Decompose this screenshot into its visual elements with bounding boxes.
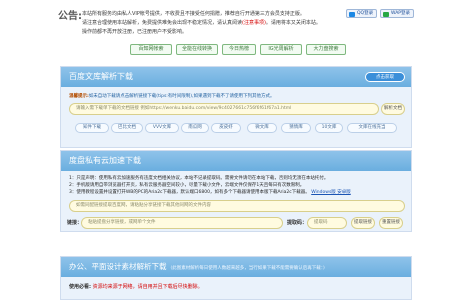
get-parse-label: 点击获取 bbox=[376, 75, 394, 80]
notice-line-3: 操作前都不再开放注册，已注册用户不受影响。 bbox=[82, 29, 188, 35]
notice-text: 本站所有服务均由私人VIP帐号提供，不收费且不接受任何捐赠，推荐自行开通第三方会… bbox=[82, 10, 322, 37]
pan-note-1: 1：只是声明：使用私有云加速服务有违度文档相关协议，本站不记录提取码。需要文件请… bbox=[69, 176, 329, 181]
office-panel-subtitle: (此图素材解析每日使用人数越来越多，当行如果下载不能需要确认后再下载：) bbox=[170, 266, 325, 271]
reset-link-button[interactable]: 重置链接 bbox=[379, 217, 403, 229]
wenku-tip-text: 如未自动下载请点击解析链接下载(tips:有时间限制),如果遇到下载不了请使用下… bbox=[88, 94, 275, 99]
office-usage-label: 使用必看: bbox=[69, 284, 91, 290]
pan-note-3-text: 3：使用教程设置并设置打开WB的PC的Aria2c下载器，默认端口6800，如有… bbox=[69, 190, 310, 195]
pan-note-3: 3：使用教程设置并设置打开WB的PC的Aria2c下载器，默认端口6800，如有… bbox=[69, 189, 405, 196]
login-buttons: QQ登录 WAP登录 bbox=[346, 9, 416, 19]
office-usage-note: 使用必看: 资源均来源于网络，请自用并且下载后尽快删除。 bbox=[69, 283, 203, 290]
download-tools-link[interactable]: Windows版 安卓版 bbox=[311, 190, 351, 195]
wenku-panel-title: 百度文库解析下载 bbox=[61, 67, 411, 87]
library-button[interactable]: 文库在线充当 bbox=[347, 123, 397, 133]
office-panel-header: 办公、平面设计素材解析下载 (此图素材解析每日使用人数越来越多，当行如果下载不能需… bbox=[61, 257, 411, 277]
wenku-url-input[interactable]: 请输入需下载单下载的文档链接 例如https://wenku.baidu.com… bbox=[69, 103, 379, 115]
extract-code-input[interactable]: 提取码 bbox=[307, 217, 347, 229]
wap-login-button[interactable]: WAP登录 bbox=[380, 9, 414, 18]
office-panel: 办公、平面设计素材解析下载 (此图素材解析每日使用人数越来越多，当行如果下载不能需… bbox=[60, 256, 412, 300]
notice-line-2-text: 请注意合理使用本站解析，免费提供难免会出现不稳定情况，请认真阅读 bbox=[82, 20, 243, 26]
parse-document-button[interactable]: 解析文档 bbox=[381, 103, 405, 115]
qq-login-button[interactable]: QQ登录 bbox=[346, 9, 378, 18]
office-panel-title: 办公、平面设计素材解析下载 bbox=[69, 262, 167, 271]
wenku-tip: 温馨提示:如未自动下载请点击解析链接下载(tips:有时间限制),如果遇到下载不… bbox=[69, 93, 274, 99]
library-button[interactable]: 知件下载 bbox=[75, 123, 109, 133]
wenku-panel: 百度文库解析下载 点击获取 温馨提示:如未自动下载请点击解析链接下载(tips:… bbox=[60, 66, 412, 148]
quick-link-5[interactable]: 大力盘搜索 bbox=[306, 44, 346, 55]
pan-share-input[interactable]: 如需同配链接提取百度网，请粘贴分享链接下载其他同网的文件内容 bbox=[69, 200, 405, 212]
quick-link-3[interactable]: 今日热榜 bbox=[222, 44, 256, 55]
quick-link-2[interactable]: 全能在线转换 bbox=[176, 44, 218, 55]
library-button[interactable]: 微文库 bbox=[247, 123, 277, 133]
library-button[interactable]: 猜情库 bbox=[281, 123, 311, 133]
library-button[interactable]: VVV文库 bbox=[145, 123, 179, 133]
wap-icon bbox=[383, 11, 389, 17]
notice-line-2-end: 。请用将本又关闭本站。 bbox=[265, 20, 321, 26]
library-button[interactable]: 皮皮虾 bbox=[211, 123, 241, 133]
extract-link-button[interactable]: 提取链接 bbox=[351, 217, 375, 229]
qq-icon bbox=[349, 11, 355, 17]
library-button[interactable]: 巴比文档 bbox=[111, 123, 143, 133]
quick-link-4[interactable]: IG光周解析 bbox=[260, 44, 302, 55]
quick-link-1[interactable]: 百知网帐索 bbox=[130, 44, 172, 55]
wenku-tip-label: 温馨提示: bbox=[69, 94, 89, 99]
notice-line-2: 请注意合理使用本站解析，免费提供难免会出现不稳定情况，请认真阅读(注意事项)。请… bbox=[82, 19, 322, 28]
wap-login-label: WAP登录 bbox=[391, 11, 410, 16]
notice-title: 公告: bbox=[58, 11, 82, 22]
notice-block: 公告: 本站所有服务均由私人VIP帐号提供，不收费且不接受任何捐赠，推荐自行开通… bbox=[58, 2, 388, 36]
link-label: 链接： bbox=[67, 220, 83, 226]
library-button[interactable]: 南瓜网 bbox=[181, 123, 209, 133]
pan-note-2: 2：手机版请用自带浏览器打开页，私有云服务器空间较小，尽量下载小文件，云端文件仅… bbox=[69, 183, 305, 188]
notice-line-1: 本站所有服务均由私人VIP帐号提供，不收费且不接受任何捐赠，推荐自行开通第三方会… bbox=[82, 11, 305, 17]
pan-link-input[interactable]: 粘贴提盘分享链接，或网单个文件 bbox=[81, 217, 283, 229]
code-label: 提取码： bbox=[287, 220, 308, 226]
pan-panel-title: 度盘私有云加速下载 bbox=[61, 151, 411, 171]
qq-login-label: QQ登录 bbox=[357, 11, 374, 16]
get-parse-button[interactable]: 点击获取 bbox=[365, 72, 405, 82]
pan-panel: 度盘私有云加速下载 1：只是声明：使用私有云加速服务有违度文档相关协议，本站不记… bbox=[60, 150, 412, 232]
office-usage-text: 资源均来源于网络，请自用并且下载后尽快删除。 bbox=[92, 284, 203, 290]
pan-notes: 1：只是声明：使用私有云加速服务有违度文档相关协议，本站不记录提取码。需要文件请… bbox=[69, 175, 405, 196]
notice-attention-link[interactable]: (注意事项) bbox=[242, 20, 266, 26]
library-button[interactable]: 10文库 bbox=[315, 123, 343, 133]
